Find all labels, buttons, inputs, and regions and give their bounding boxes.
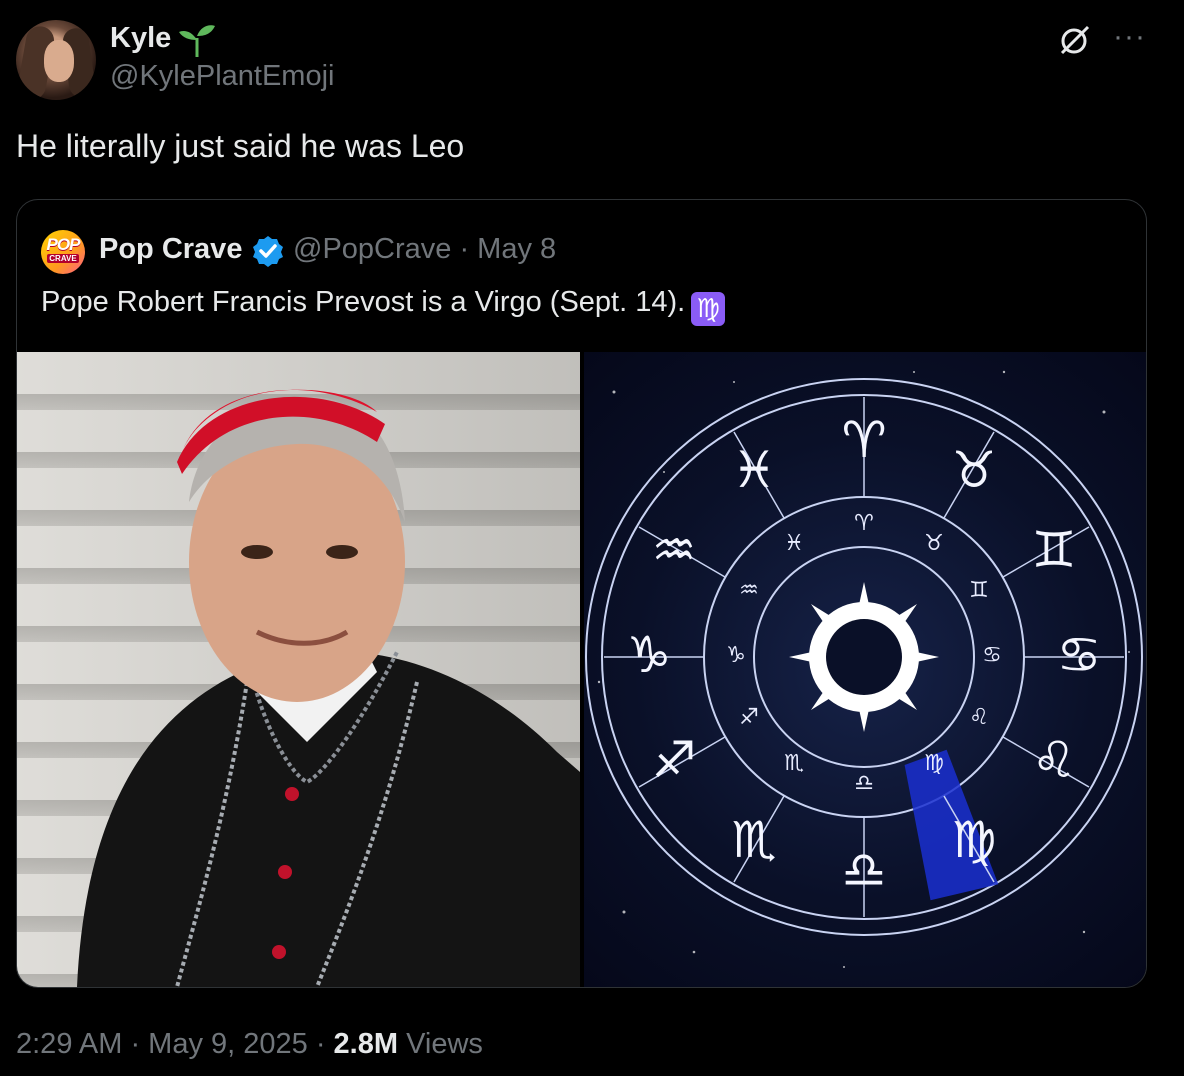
svg-text:♏: ♏	[732, 811, 777, 869]
tweet-footer: 2:29 AM · May 9, 2025 · 2.8M Views	[16, 1028, 483, 1061]
svg-text:♊: ♊	[969, 578, 989, 603]
tweet-timestamp[interactable]: 2:29 AM · May 9, 2025 ·	[16, 1028, 334, 1060]
popcrave-logo[interactable]: POP CRAVE	[41, 230, 85, 274]
views-count[interactable]: 2.8M	[334, 1028, 398, 1060]
quoted-handle-date[interactable]: @PopCrave · May 8	[293, 233, 556, 266]
svg-text:♐: ♐	[739, 705, 759, 730]
svg-text:♍: ♍	[924, 751, 944, 776]
seedling-icon	[179, 25, 215, 57]
svg-text:♐: ♐	[652, 731, 697, 789]
svg-text:♋: ♋	[1057, 626, 1102, 684]
author-handle[interactable]: @KylePlantEmoji	[110, 60, 334, 93]
svg-text:♍: ♍	[952, 811, 997, 869]
media-photo-cardinal[interactable]	[17, 352, 580, 987]
author-name[interactable]: Kyle	[110, 22, 171, 55]
quoted-tweet[interactable]: POP CRAVE Pop Crave @PopCrave · May 8 Po…	[16, 199, 1147, 988]
author-avatar[interactable]	[16, 20, 96, 100]
svg-text:♉: ♉	[952, 441, 997, 499]
svg-text:♎: ♎	[854, 771, 874, 796]
views-label: Views	[398, 1028, 483, 1060]
zodiac-wheel-icon: ♈ ♉ ♊ ♋ ♌ ♍ ♎ ♏ ♐ ♑ ♒ ♓ ♈ ♉ ♊ ♋ ♌ ♍ ♎ ♏ …	[585, 370, 1143, 968]
more-options-icon[interactable]: ···	[1113, 22, 1146, 52]
svg-text:♑: ♑	[726, 643, 746, 668]
svg-text:♏: ♏	[784, 751, 804, 776]
svg-text:♒: ♒	[652, 521, 697, 579]
svg-text:♓: ♓	[784, 531, 804, 556]
svg-text:♒: ♒	[739, 578, 759, 603]
grok-icon[interactable]	[1057, 22, 1093, 58]
tweet-text: He literally just said he was Leo	[16, 128, 465, 164]
virgo-emoji: ♍	[691, 292, 726, 326]
logo-crave-text: CRAVE	[47, 254, 79, 263]
svg-text:♊: ♊	[1032, 521, 1077, 579]
logo-pop-text: POP	[46, 235, 81, 254]
quoted-tweet-text: Pope Robert Francis Prevost is a Virgo (…	[41, 286, 726, 326]
svg-text:♌: ♌	[969, 705, 989, 730]
svg-text:♎: ♎	[842, 841, 887, 899]
svg-text:♈: ♈	[842, 411, 887, 469]
svg-text:♑: ♑	[627, 626, 672, 684]
svg-text:♌: ♌	[1032, 731, 1077, 789]
quoted-text-content: Pope Robert Francis Prevost is a Virgo (…	[41, 286, 686, 318]
verified-badge-icon	[253, 236, 283, 267]
svg-text:♈: ♈	[854, 511, 874, 536]
svg-text:♉: ♉	[924, 531, 944, 556]
cardinal-figure	[77, 389, 580, 987]
avatar-face	[44, 40, 74, 82]
quoted-author-name[interactable]: Pop Crave	[99, 233, 242, 266]
media-zodiac-wheel[interactable]: ♈ ♉ ♊ ♋ ♌ ♍ ♎ ♏ ♐ ♑ ♒ ♓ ♈ ♉ ♊ ♋ ♌ ♍ ♎ ♏ …	[584, 352, 1146, 987]
svg-text:♋: ♋	[982, 643, 1002, 668]
svg-text:♓: ♓	[732, 441, 777, 499]
